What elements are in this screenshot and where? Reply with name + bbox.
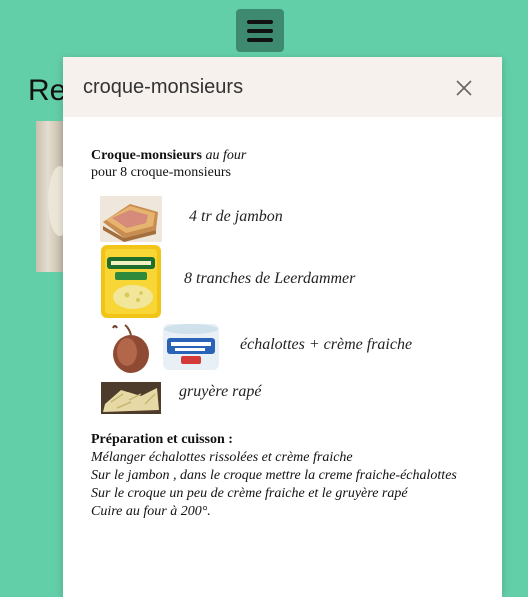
- recipe-name: Croque-monsieurs: [91, 148, 202, 163]
- recipe-yield: pour 8 croque-monsieurs: [91, 165, 231, 180]
- menu-bar-icon: [247, 19, 273, 24]
- menu-bar-icon: [247, 37, 273, 42]
- recipe-modal: croque-monsieurs Croque-monsieurs au fou…: [63, 57, 502, 597]
- ingredient-label: gruyère rapé: [179, 383, 262, 400]
- ingredient-label: 8 tranches de Leerdammer: [184, 270, 356, 287]
- preparation-heading: Préparation et cuisson :: [91, 432, 233, 447]
- shallot-and-cream-image: [101, 322, 223, 374]
- preparation-step: Cuire au four à 200°.: [91, 504, 211, 519]
- close-button[interactable]: [453, 77, 475, 99]
- hamburger-menu-button[interactable]: [236, 9, 284, 52]
- preparation-step: Sur le jambon , dans le croque mettre la…: [91, 468, 457, 483]
- preparation-section: Préparation et cuisson : Mélanger échalo…: [91, 431, 491, 521]
- close-icon: [456, 80, 472, 96]
- preparation-step: Mélanger échalottes rissolées et crème f…: [91, 450, 353, 465]
- ham-image: [100, 196, 162, 242]
- leerdammer-package-image: [101, 245, 161, 318]
- ingredient-label: 4 tr de jambon: [189, 208, 283, 225]
- ingredient-label: échalottes + crème fraiche: [240, 336, 413, 353]
- background-recipe-photo: [36, 121, 72, 272]
- grated-cheese-image: [101, 382, 161, 414]
- menu-bar-icon: [247, 28, 273, 33]
- recipe-header: Croque-monsieurs au four pour 8 croque-m…: [91, 147, 491, 181]
- background-page-title: Re: [28, 74, 67, 107]
- preparation-step: Sur le croque un peu de crème fraiche et…: [91, 486, 408, 501]
- recipe-mode: au four: [205, 148, 247, 163]
- modal-title: croque-monsieurs: [83, 76, 244, 98]
- modal-header: croque-monsieurs: [63, 57, 502, 117]
